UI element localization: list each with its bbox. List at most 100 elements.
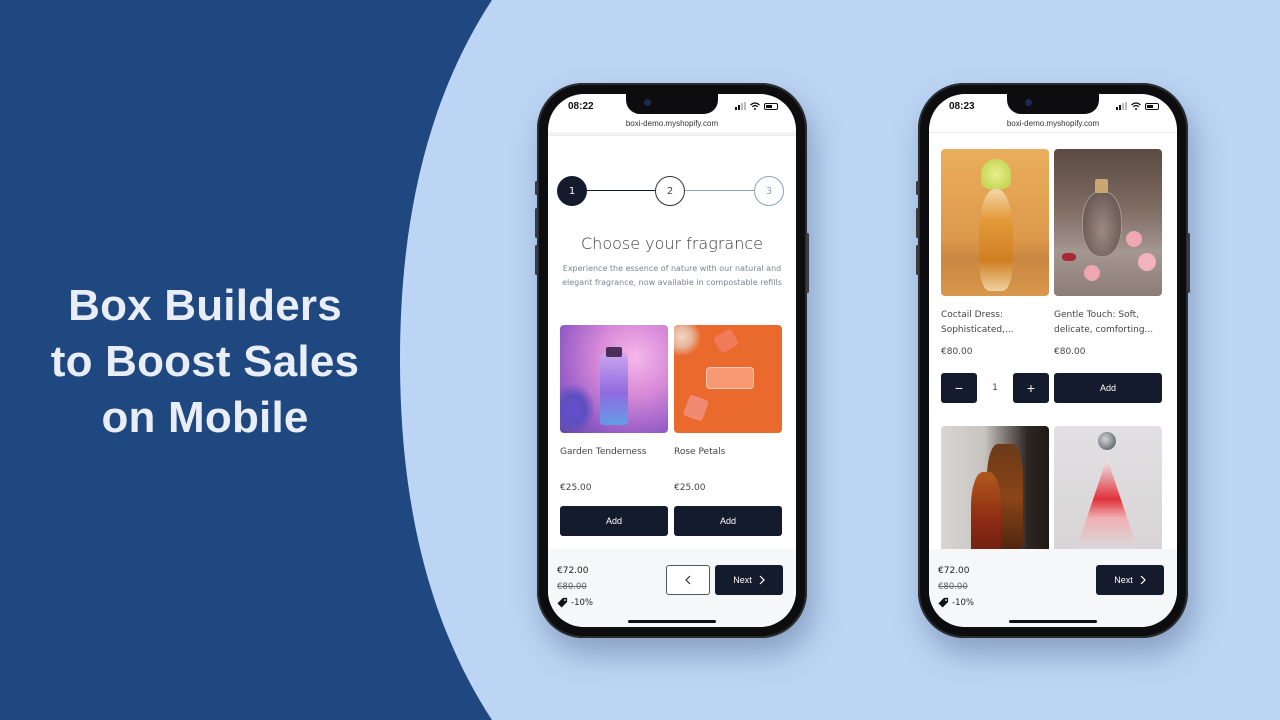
rose-petal-shape xyxy=(1062,253,1076,261)
step-3[interactable]: 3 xyxy=(754,176,784,206)
chevron-right-icon xyxy=(759,575,765,585)
bottle-stopper-shape xyxy=(1098,432,1116,450)
pink-pompom-shape xyxy=(1138,253,1156,271)
camera-icon xyxy=(644,99,651,106)
increase-quantity-button[interactable]: + xyxy=(1013,373,1049,403)
product-price: €25.00 xyxy=(560,483,592,493)
chevron-right-icon xyxy=(1140,575,1146,585)
pink-pompom-shape xyxy=(1126,231,1142,247)
product-price: €80.00 xyxy=(941,347,973,357)
phone-notch xyxy=(1007,94,1099,114)
home-indicator xyxy=(628,620,716,623)
phone-side-button xyxy=(916,181,919,195)
discount-value: -10% xyxy=(952,597,974,608)
product-card: Gentle Touch: Soft, delicate, comforting… xyxy=(1054,149,1162,357)
product-image-brown-bottles[interactable] xyxy=(941,426,1049,556)
battery-icon xyxy=(1145,102,1159,110)
headline-line-3: on Mobile xyxy=(101,393,309,442)
price-tag-icon xyxy=(557,597,568,608)
phone-power-button xyxy=(1187,233,1190,293)
product-card xyxy=(1054,426,1162,556)
bottle-shape xyxy=(971,472,1001,556)
camera-icon xyxy=(1025,99,1032,106)
back-button[interactable] xyxy=(666,565,710,595)
next-button[interactable]: Next xyxy=(715,565,783,595)
phone-power-button xyxy=(806,233,809,293)
product-card: Rose Petals €25.00 Add xyxy=(674,325,782,536)
chevron-left-icon xyxy=(685,575,691,585)
add-button[interactable]: Add xyxy=(560,506,668,536)
battery-icon xyxy=(764,102,778,110)
phone-mockup-right: 08:23 boxi-demo.myshopify.com Coctail Dr… xyxy=(916,83,1190,638)
glass-bottle-shape xyxy=(706,367,754,389)
product-price: €25.00 xyxy=(674,483,706,493)
product-name: Gentle Touch: Soft, delicate, comforting… xyxy=(1054,310,1154,335)
status-time: 08:23 xyxy=(949,101,975,112)
step-2[interactable]: 2 xyxy=(655,176,685,206)
product-image-rose-petals[interactable] xyxy=(674,325,782,433)
quantity-value[interactable]: 1 xyxy=(977,373,1013,403)
box-summary-footer: €72.00 €80.00 -10% Next xyxy=(548,549,796,627)
phone-volume-up xyxy=(916,208,919,238)
product-image-coctail-dress[interactable] xyxy=(941,149,1049,296)
url-bar-divider xyxy=(929,132,1177,133)
page-title: Choose your fragrance xyxy=(581,234,763,253)
next-label: Next xyxy=(1114,575,1133,585)
box-original-price: €80.00 xyxy=(938,582,968,592)
price-tag-icon xyxy=(938,597,949,608)
lavender-shape xyxy=(560,385,594,433)
decrease-quantity-button[interactable]: − xyxy=(941,373,977,403)
progress-stepper: 1 2 3 xyxy=(557,176,787,206)
phone-volume-up xyxy=(535,208,538,238)
product-image-pyramid-bottle[interactable] xyxy=(1054,426,1162,556)
url-bar[interactable]: boxi-demo.myshopify.com xyxy=(929,119,1177,128)
status-icons xyxy=(735,102,778,110)
phone-volume-down xyxy=(916,245,919,275)
perfume-cap-shape xyxy=(606,347,622,357)
step-1[interactable]: 1 xyxy=(557,176,587,206)
url-bar[interactable]: boxi-demo.myshopify.com xyxy=(548,119,796,128)
headline-line-2: to Boost Sales xyxy=(50,337,360,386)
product-image-garden-tenderness[interactable] xyxy=(560,325,668,433)
small-bottle-shape xyxy=(682,394,710,422)
discount-value: -10% xyxy=(571,597,593,608)
stepper-line-completed xyxy=(587,190,655,192)
phone-screen: 08:23 boxi-demo.myshopify.com Coctail Dr… xyxy=(929,94,1177,627)
product-image-gentle-touch[interactable] xyxy=(1054,149,1162,296)
perfume-bottle-shape xyxy=(1082,191,1122,257)
product-name: Rose Petals xyxy=(674,447,726,457)
phone-volume-down xyxy=(535,245,538,275)
pyramid-bottle-shape xyxy=(1076,458,1138,550)
box-summary-footer: €72.00 €80.00 -10% Next xyxy=(929,549,1177,627)
perfume-cap-shape xyxy=(981,159,1011,189)
page-subtitle: Experience the essence of nature with ou… xyxy=(562,264,782,287)
wifi-icon xyxy=(1131,102,1141,110)
next-label: Next xyxy=(733,575,752,585)
url-bar-divider xyxy=(548,132,796,136)
product-price: €80.00 xyxy=(1054,347,1086,357)
wifi-icon xyxy=(750,102,760,110)
headline-line-1: Box Builders xyxy=(68,281,342,330)
next-button[interactable]: Next xyxy=(1096,565,1164,595)
signal-icon xyxy=(1116,102,1127,110)
perfume-cap-shape xyxy=(1095,179,1108,193)
product-name: Coctail Dress: Sophisticated,... xyxy=(941,310,1014,335)
status-icons xyxy=(1116,102,1159,110)
box-total-price: €72.00 xyxy=(557,566,589,576)
phone-side-button xyxy=(535,181,538,195)
product-card: Garden Tenderness €25.00 Add xyxy=(560,325,668,536)
phone-mockup-left: 08:22 boxi-demo.myshopify.com 1 2 3 Choo… xyxy=(535,83,809,638)
add-button[interactable]: Add xyxy=(674,506,782,536)
nail-polish-bottle-shape xyxy=(712,328,740,354)
phone-screen: 08:22 boxi-demo.myshopify.com 1 2 3 Choo… xyxy=(548,94,796,627)
headline: Box Builders to Boost Sales on Mobile xyxy=(20,278,390,446)
box-original-price: €80.00 xyxy=(557,582,587,592)
box-total-price: €72.00 xyxy=(938,566,970,576)
status-time: 08:22 xyxy=(568,101,594,112)
perfume-bottle-shape xyxy=(979,189,1013,291)
product-card: Coctail Dress: Sophisticated,... €80.00 xyxy=(941,149,1049,357)
signal-icon xyxy=(735,102,746,110)
add-button[interactable]: Add xyxy=(1054,373,1162,403)
flower-shape xyxy=(674,325,700,355)
perfume-bottle-shape xyxy=(600,353,628,425)
